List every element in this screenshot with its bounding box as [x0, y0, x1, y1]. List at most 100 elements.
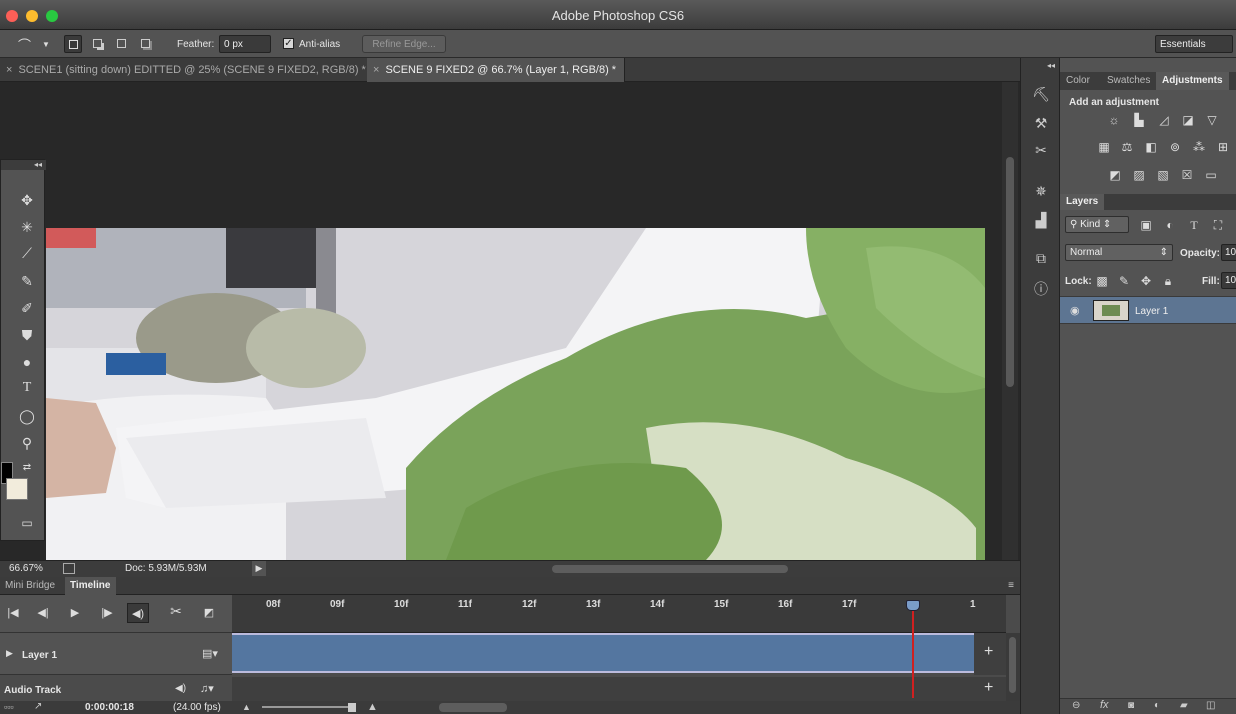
- audio-toggle-icon[interactable]: ◀): [127, 603, 149, 623]
- threshold-icon[interactable]: ▧: [1155, 168, 1171, 182]
- lock-all-icon[interactable]: 🔒︎: [1160, 274, 1176, 288]
- vibrance-icon[interactable]: ▽: [1204, 113, 1220, 127]
- render-video-icon[interactable]: ↗: [34, 701, 42, 712]
- split-at-playhead-icon[interactable]: ✂: [165, 603, 187, 623]
- close-tab-icon[interactable]: ×: [373, 64, 379, 76]
- selective-color-icon[interactable]: ☒: [1179, 168, 1195, 182]
- expand-track-icon[interactable]: ▶: [6, 648, 13, 659]
- lock-image-icon[interactable]: ✎: [1116, 274, 1132, 288]
- lock-position-icon[interactable]: ✥: [1138, 274, 1154, 288]
- invert-icon[interactable]: ◩: [1107, 168, 1123, 182]
- tab-swatches[interactable]: Swatches: [1101, 72, 1156, 90]
- audio-options-icon[interactable]: ♫▾: [200, 682, 214, 695]
- photo-filter-icon[interactable]: ⊚: [1167, 140, 1183, 154]
- type-tool-icon[interactable]: T: [16, 377, 38, 399]
- add-media-icon[interactable]: +: [984, 643, 993, 661]
- background-color-swatch[interactable]: [6, 478, 28, 500]
- playhead-handle[interactable]: [906, 600, 920, 611]
- black-white-icon[interactable]: ◧: [1143, 140, 1159, 154]
- levels-icon[interactable]: ▙: [1131, 113, 1147, 127]
- audio-track-header[interactable]: Audio Track ◀) ♫▾: [0, 677, 232, 701]
- ellipse-tool-icon[interactable]: ◯: [16, 405, 38, 427]
- track-options-icon[interactable]: ▤▾: [202, 647, 218, 660]
- tab-layers[interactable]: Layers: [1060, 194, 1105, 210]
- layer-comps-icon[interactable]: ⧉: [1031, 250, 1051, 270]
- tab-color[interactable]: Color: [1060, 72, 1096, 90]
- new-selection-icon[interactable]: [64, 35, 82, 53]
- opacity-input[interactable]: 10: [1221, 244, 1236, 261]
- histogram-icon[interactable]: ▟: [1031, 212, 1051, 232]
- subtract-selection-icon[interactable]: [113, 35, 131, 53]
- navigator-icon[interactable]: ✵: [1031, 183, 1051, 203]
- intersect-selection-icon[interactable]: [137, 35, 155, 53]
- timeline-zoom-slider[interactable]: [262, 706, 354, 708]
- refine-edge-button[interactable]: Refine Edge...: [362, 35, 446, 53]
- play-icon[interactable]: ▶: [64, 603, 86, 623]
- zoom-out-mountain-icon[interactable]: ▲: [242, 702, 251, 712]
- dodge-tool-icon[interactable]: ●: [16, 351, 38, 373]
- scrollbar-thumb[interactable]: [1006, 157, 1014, 387]
- layer-clip[interactable]: [232, 633, 974, 673]
- layer-row[interactable]: ◉ Layer 1: [1060, 296, 1236, 324]
- timeline-vertical-scrollbar[interactable]: [1006, 633, 1020, 701]
- eyedropper-tool-icon[interactable]: ⟋: [16, 242, 38, 264]
- screen-mode-icon[interactable]: ▭: [16, 512, 38, 534]
- magic-wand-tool-icon[interactable]: ✳: [16, 216, 38, 238]
- canvas-horizontal-scrollbar[interactable]: [552, 565, 788, 573]
- new-layer-icon[interactable]: ◫: [1206, 700, 1215, 711]
- paint-bucket-icon[interactable]: ⛊: [16, 324, 38, 346]
- tab-scene1[interactable]: × SCENE1 (sitting down) EDITTED @ 25% (SC…: [0, 58, 375, 82]
- zoom-tool-icon[interactable]: ⚲: [16, 432, 38, 454]
- move-tool-icon[interactable]: ✥: [16, 189, 38, 211]
- lasso-tool-icon[interactable]: ⌒: [18, 35, 36, 53]
- timeline-ruler[interactable]: 08f 09f 10f 11f 12f 13f 14f 15f 16f 17f …: [232, 595, 1006, 633]
- brightness-icon[interactable]: ☼: [1106, 113, 1122, 127]
- antialias-checkbox[interactable]: ✓: [283, 38, 294, 49]
- curves-icon[interactable]: ◿: [1156, 113, 1172, 127]
- playhead[interactable]: [906, 600, 920, 698]
- tool-presets-icon[interactable]: ⚒: [1031, 115, 1051, 135]
- color-balance-icon[interactable]: ⚖: [1119, 140, 1135, 154]
- export-icon[interactable]: [63, 563, 75, 574]
- new-adjustment-layer-icon[interactable]: ◐: [1154, 700, 1160, 711]
- lock-transparent-icon[interactable]: ▩: [1094, 274, 1110, 288]
- tab-adjustments[interactable]: Adjustments: [1156, 72, 1229, 90]
- tab-scene9[interactable]: × SCENE 9 FIXED2 @ 66.7% (Layer 1, RGB/8)…: [367, 58, 626, 82]
- zoom-slider-thumb[interactable]: [348, 703, 356, 712]
- filter-kind-select[interactable]: ⚲ Kind ⇕: [1065, 216, 1129, 233]
- brush-tool-icon[interactable]: ✎: [16, 270, 38, 292]
- tab-timeline[interactable]: Timeline: [65, 577, 117, 595]
- expand-panels-icon[interactable]: ◂◂: [1047, 61, 1055, 70]
- clone-source-icon[interactable]: ✂: [1031, 142, 1051, 162]
- filter-adjustment-icon[interactable]: ◐: [1162, 218, 1178, 232]
- exposure-icon[interactable]: ◪: [1180, 113, 1196, 127]
- collapse-tools-icon[interactable]: ◂◂: [1, 160, 46, 170]
- history-brush-icon[interactable]: ✐: [16, 297, 38, 319]
- zoom-level[interactable]: 66.67%: [9, 563, 43, 574]
- close-tab-icon[interactable]: ×: [6, 64, 12, 76]
- new-group-icon[interactable]: ▰: [1180, 700, 1188, 711]
- frame-animation-icon[interactable]: ▫▫▫: [4, 702, 14, 712]
- channel-mixer-icon[interactable]: ⁂: [1191, 140, 1207, 154]
- scrollbar-thumb[interactable]: [1009, 637, 1016, 693]
- brush-presets-icon[interactable]: ⛏: [1031, 86, 1051, 106]
- gradient-map-icon[interactable]: ▭: [1203, 168, 1219, 182]
- panel-menu-icon[interactable]: ≡: [1008, 580, 1014, 591]
- link-layers-icon[interactable]: ⊖: [1072, 700, 1080, 711]
- filter-shape-icon[interactable]: ⛶: [1210, 218, 1226, 232]
- status-menu-arrow-icon[interactable]: ▶: [252, 561, 266, 576]
- info-icon[interactable]: ⓘ: [1031, 279, 1051, 299]
- filter-type-icon[interactable]: T: [1186, 218, 1202, 232]
- timeline-horizontal-scrollbar[interactable]: [439, 703, 507, 712]
- zoom-in-mountain-icon[interactable]: ▲: [367, 701, 378, 713]
- color-lookup-icon[interactable]: ⊞: [1215, 140, 1231, 154]
- add-audio-icon[interactable]: +: [984, 679, 993, 697]
- visibility-eye-icon[interactable]: ◉: [1070, 304, 1080, 317]
- filter-pixel-icon[interactable]: ▣: [1138, 218, 1154, 232]
- timeline-layer-track-header[interactable]: ▶ Layer 1 ▤▾: [0, 633, 232, 675]
- document-canvas-image[interactable]: [46, 228, 985, 560]
- go-to-first-frame-icon[interactable]: |◀: [2, 603, 24, 623]
- previous-frame-icon[interactable]: ◀|: [32, 603, 54, 623]
- mute-audio-icon[interactable]: ◀): [175, 683, 186, 694]
- transition-icon[interactable]: ◩: [198, 603, 220, 623]
